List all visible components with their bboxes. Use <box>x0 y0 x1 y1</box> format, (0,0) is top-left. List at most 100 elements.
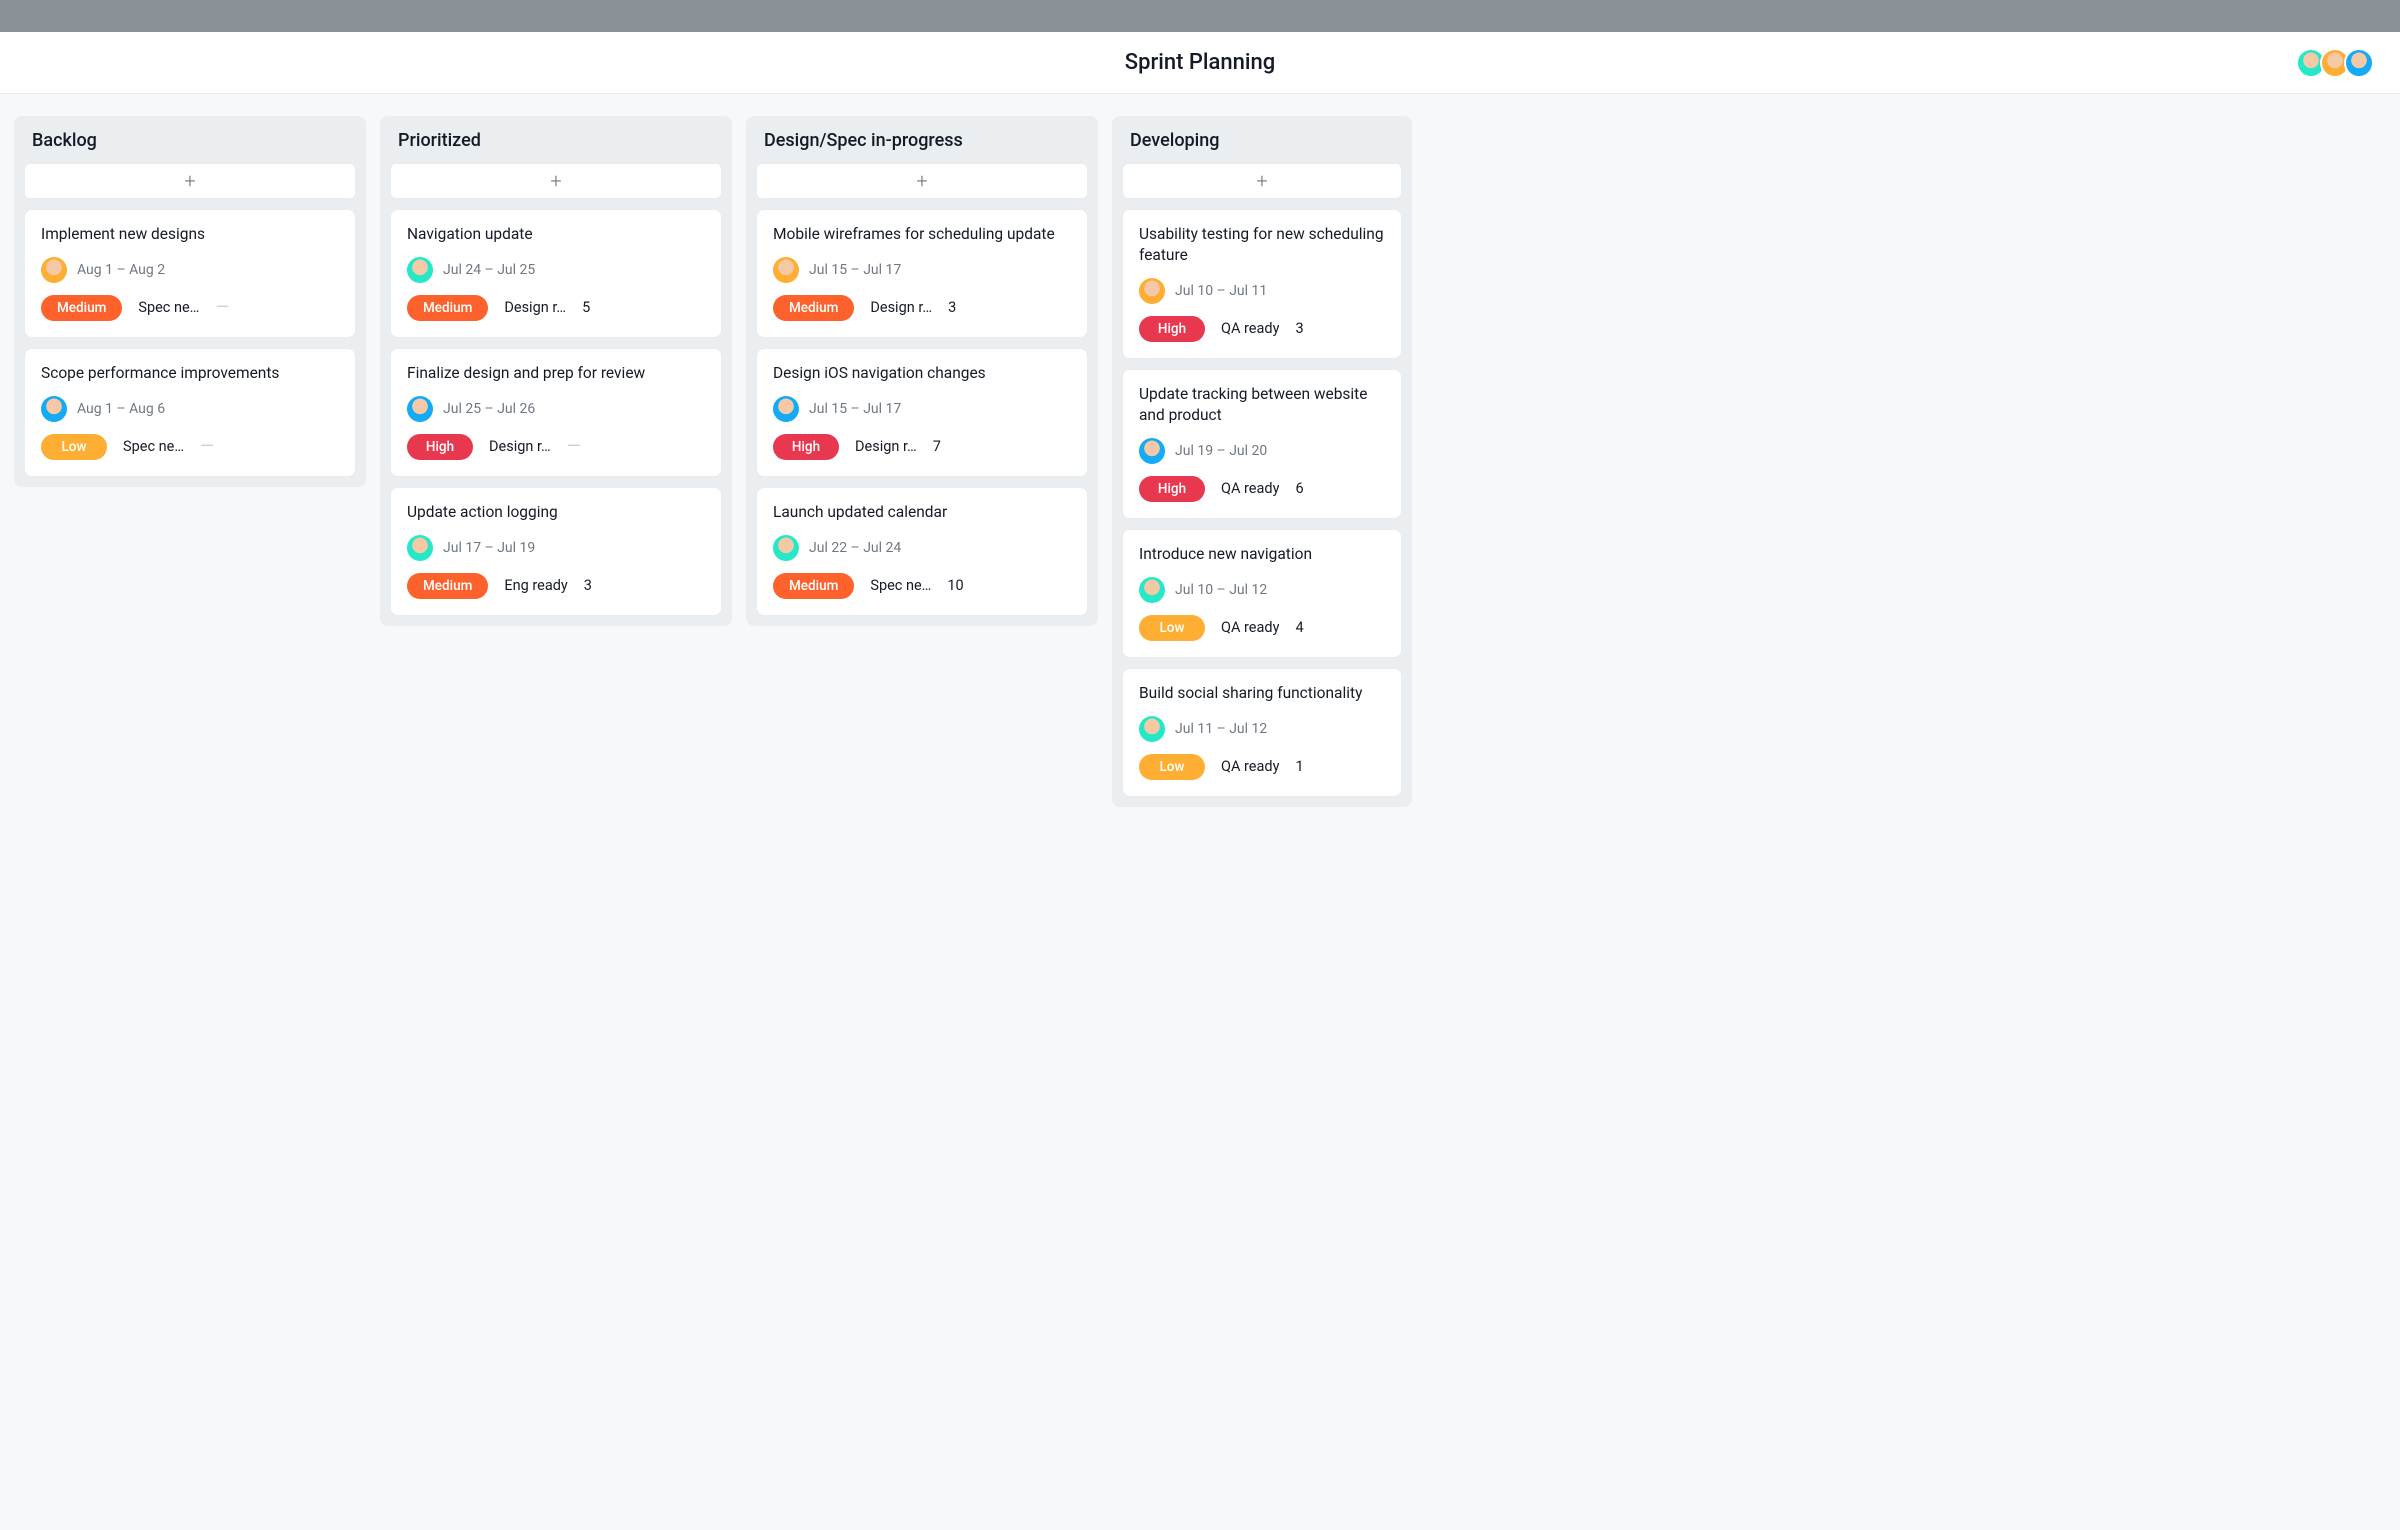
card-title: Mobile wireframes for scheduling update <box>773 224 1071 245</box>
card-meta: Jul 25 – Jul 26 <box>407 396 705 422</box>
card-meta: Jul 19 – Jul 20 <box>1139 438 1385 464</box>
priority-pill[interactable]: Low <box>1139 615 1205 641</box>
priority-pill[interactable]: Medium <box>41 295 122 321</box>
add-card-button[interactable]: + <box>1122 163 1402 199</box>
task-card[interactable]: Usability testing for new scheduling fea… <box>1122 209 1402 359</box>
card-subtask-count: 3 <box>584 577 592 594</box>
card-meta: Jul 24 – Jul 25 <box>407 257 705 283</box>
priority-pill[interactable]: High <box>773 434 839 460</box>
assignee-avatar[interactable] <box>407 535 433 561</box>
priority-pill[interactable]: Low <box>1139 754 1205 780</box>
assignee-avatar[interactable] <box>773 535 799 561</box>
column-title: Backlog <box>24 126 356 153</box>
page-header: Sprint Planning <box>0 32 2400 94</box>
card-date-range: Jul 15 – Jul 17 <box>809 262 901 278</box>
card-subtask-count: 5 <box>582 299 590 316</box>
task-card[interactable]: Introduce new navigation Jul 10 – Jul 12 L… <box>1122 529 1402 658</box>
column-title: Developing <box>1122 126 1402 153</box>
card-meta: Jul 10 – Jul 12 <box>1139 577 1385 603</box>
card-status: Spec ne… <box>870 577 931 594</box>
add-card-button[interactable]: + <box>390 163 722 199</box>
assignee-avatar[interactable] <box>407 257 433 283</box>
board-column: Backlog+Implement new designsAug 1 – Aug… <box>14 116 366 487</box>
card-title: Update tracking between website and prod… <box>1139 384 1385 426</box>
card-title: Build social sharing functionality <box>1139 683 1385 704</box>
card-tags: MediumSpec ne…— <box>41 295 339 321</box>
card-status: Eng ready <box>504 577 567 594</box>
card-date-range: Jul 10 – Jul 12 <box>1175 582 1267 598</box>
card-date-range: Jul 15 – Jul 17 <box>809 401 901 417</box>
add-card-button[interactable]: + <box>24 163 356 199</box>
task-card[interactable]: Update action loggingJul 17 – Jul 19Medi… <box>390 487 722 616</box>
priority-pill[interactable]: Medium <box>773 295 854 321</box>
page-title: Sprint Planning <box>1125 50 1275 75</box>
card-status: Spec ne… <box>123 438 184 455</box>
card-meta: Jul 22 – Jul 24 <box>773 535 1071 561</box>
card-tags: Medium Eng ready 3 <box>407 573 705 599</box>
card-status: Design r… <box>489 438 551 455</box>
card-tags: MediumDesign r…3 <box>773 295 1071 321</box>
task-card[interactable]: Launch updated calendar Jul 22 – Jul 24 Me… <box>756 487 1088 616</box>
kanban-board: Backlog+Implement new designsAug 1 – Aug… <box>0 94 2400 829</box>
card-tags: HighDesign r…— <box>407 434 705 460</box>
column-title: Design/Spec in-progress <box>756 126 1088 153</box>
task-card[interactable]: Build social sharing functionality Jul 11… <box>1122 668 1402 797</box>
plus-icon: + <box>184 169 195 193</box>
assignee-avatar[interactable] <box>1139 577 1165 603</box>
card-subtask-count: — <box>215 297 228 318</box>
add-card-button[interactable]: + <box>756 163 1088 199</box>
card-date-range: Jul 22 – Jul 24 <box>809 540 901 556</box>
card-tags: HighQA ready3 <box>1139 316 1385 342</box>
plus-icon: + <box>916 169 927 193</box>
board-column: Design/Spec in-progress + Mobile wireframe… <box>746 116 1098 626</box>
task-card[interactable]: Design iOS navigation changesJul 15 – Ju… <box>756 348 1088 477</box>
card-date-range: Jul 24 – Jul 25 <box>443 262 535 278</box>
assignee-avatar[interactable] <box>1139 438 1165 464</box>
card-title: Launch updated calendar <box>773 502 1071 523</box>
card-tags: LowQA ready1 <box>1139 754 1385 780</box>
priority-pill[interactable]: Medium <box>773 573 854 599</box>
card-date-range: Aug 1 – Aug 2 <box>77 262 165 278</box>
card-subtask-count: — <box>200 436 213 457</box>
card-status: Design r… <box>504 299 566 316</box>
card-status: QA ready <box>1221 619 1279 636</box>
task-card[interactable]: Mobile wireframes for scheduling update J… <box>756 209 1088 338</box>
priority-pill[interactable]: Low <box>41 434 107 460</box>
assignee-avatar[interactable] <box>773 396 799 422</box>
card-title: Navigation update <box>407 224 705 245</box>
card-title: Usability testing for new scheduling fea… <box>1139 224 1385 266</box>
avatar[interactable] <box>2344 48 2374 78</box>
card-status: QA ready <box>1221 480 1279 497</box>
plus-icon: + <box>1256 169 1267 193</box>
assignee-avatar[interactable] <box>1139 716 1165 742</box>
board-column: Developing + Usability testing for new sch… <box>1112 116 1412 807</box>
assignee-avatar[interactable] <box>1139 278 1165 304</box>
header-avatar-group[interactable] <box>2302 48 2374 78</box>
card-meta: Aug 1 – Aug 6 <box>41 396 339 422</box>
task-card[interactable]: Scope performance improvementsAug 1 – Au… <box>24 348 356 477</box>
task-card[interactable]: Implement new designsAug 1 – Aug 2Medium… <box>24 209 356 338</box>
card-tags: Medium Design r… 5 <box>407 295 705 321</box>
card-tags: MediumSpec ne…10 <box>773 573 1071 599</box>
column-title: Prioritized <box>390 126 722 153</box>
card-meta: Jul 11 – Jul 12 <box>1139 716 1385 742</box>
card-title: Introduce new navigation <box>1139 544 1385 565</box>
task-card[interactable]: Update tracking between website and prod… <box>1122 369 1402 519</box>
assignee-avatar[interactable] <box>41 396 67 422</box>
priority-pill[interactable]: High <box>1139 476 1205 502</box>
assignee-avatar[interactable] <box>407 396 433 422</box>
priority-pill[interactable]: Medium <box>407 573 488 599</box>
assignee-avatar[interactable] <box>41 257 67 283</box>
card-date-range: Jul 10 – Jul 11 <box>1175 283 1267 299</box>
card-subtask-count: 6 <box>1295 480 1303 497</box>
priority-pill[interactable]: Medium <box>407 295 488 321</box>
assignee-avatar[interactable] <box>773 257 799 283</box>
card-subtask-count: 3 <box>1295 320 1303 337</box>
task-card[interactable]: Finalize design and prep for review Jul 2… <box>390 348 722 477</box>
task-card[interactable]: Navigation update Jul 24 – Jul 25 Medium De… <box>390 209 722 338</box>
card-title: Finalize design and prep for review <box>407 363 705 384</box>
card-date-range: Jul 25 – Jul 26 <box>443 401 535 417</box>
card-subtask-count: 1 <box>1295 758 1303 775</box>
priority-pill[interactable]: High <box>407 434 473 460</box>
priority-pill[interactable]: High <box>1139 316 1205 342</box>
